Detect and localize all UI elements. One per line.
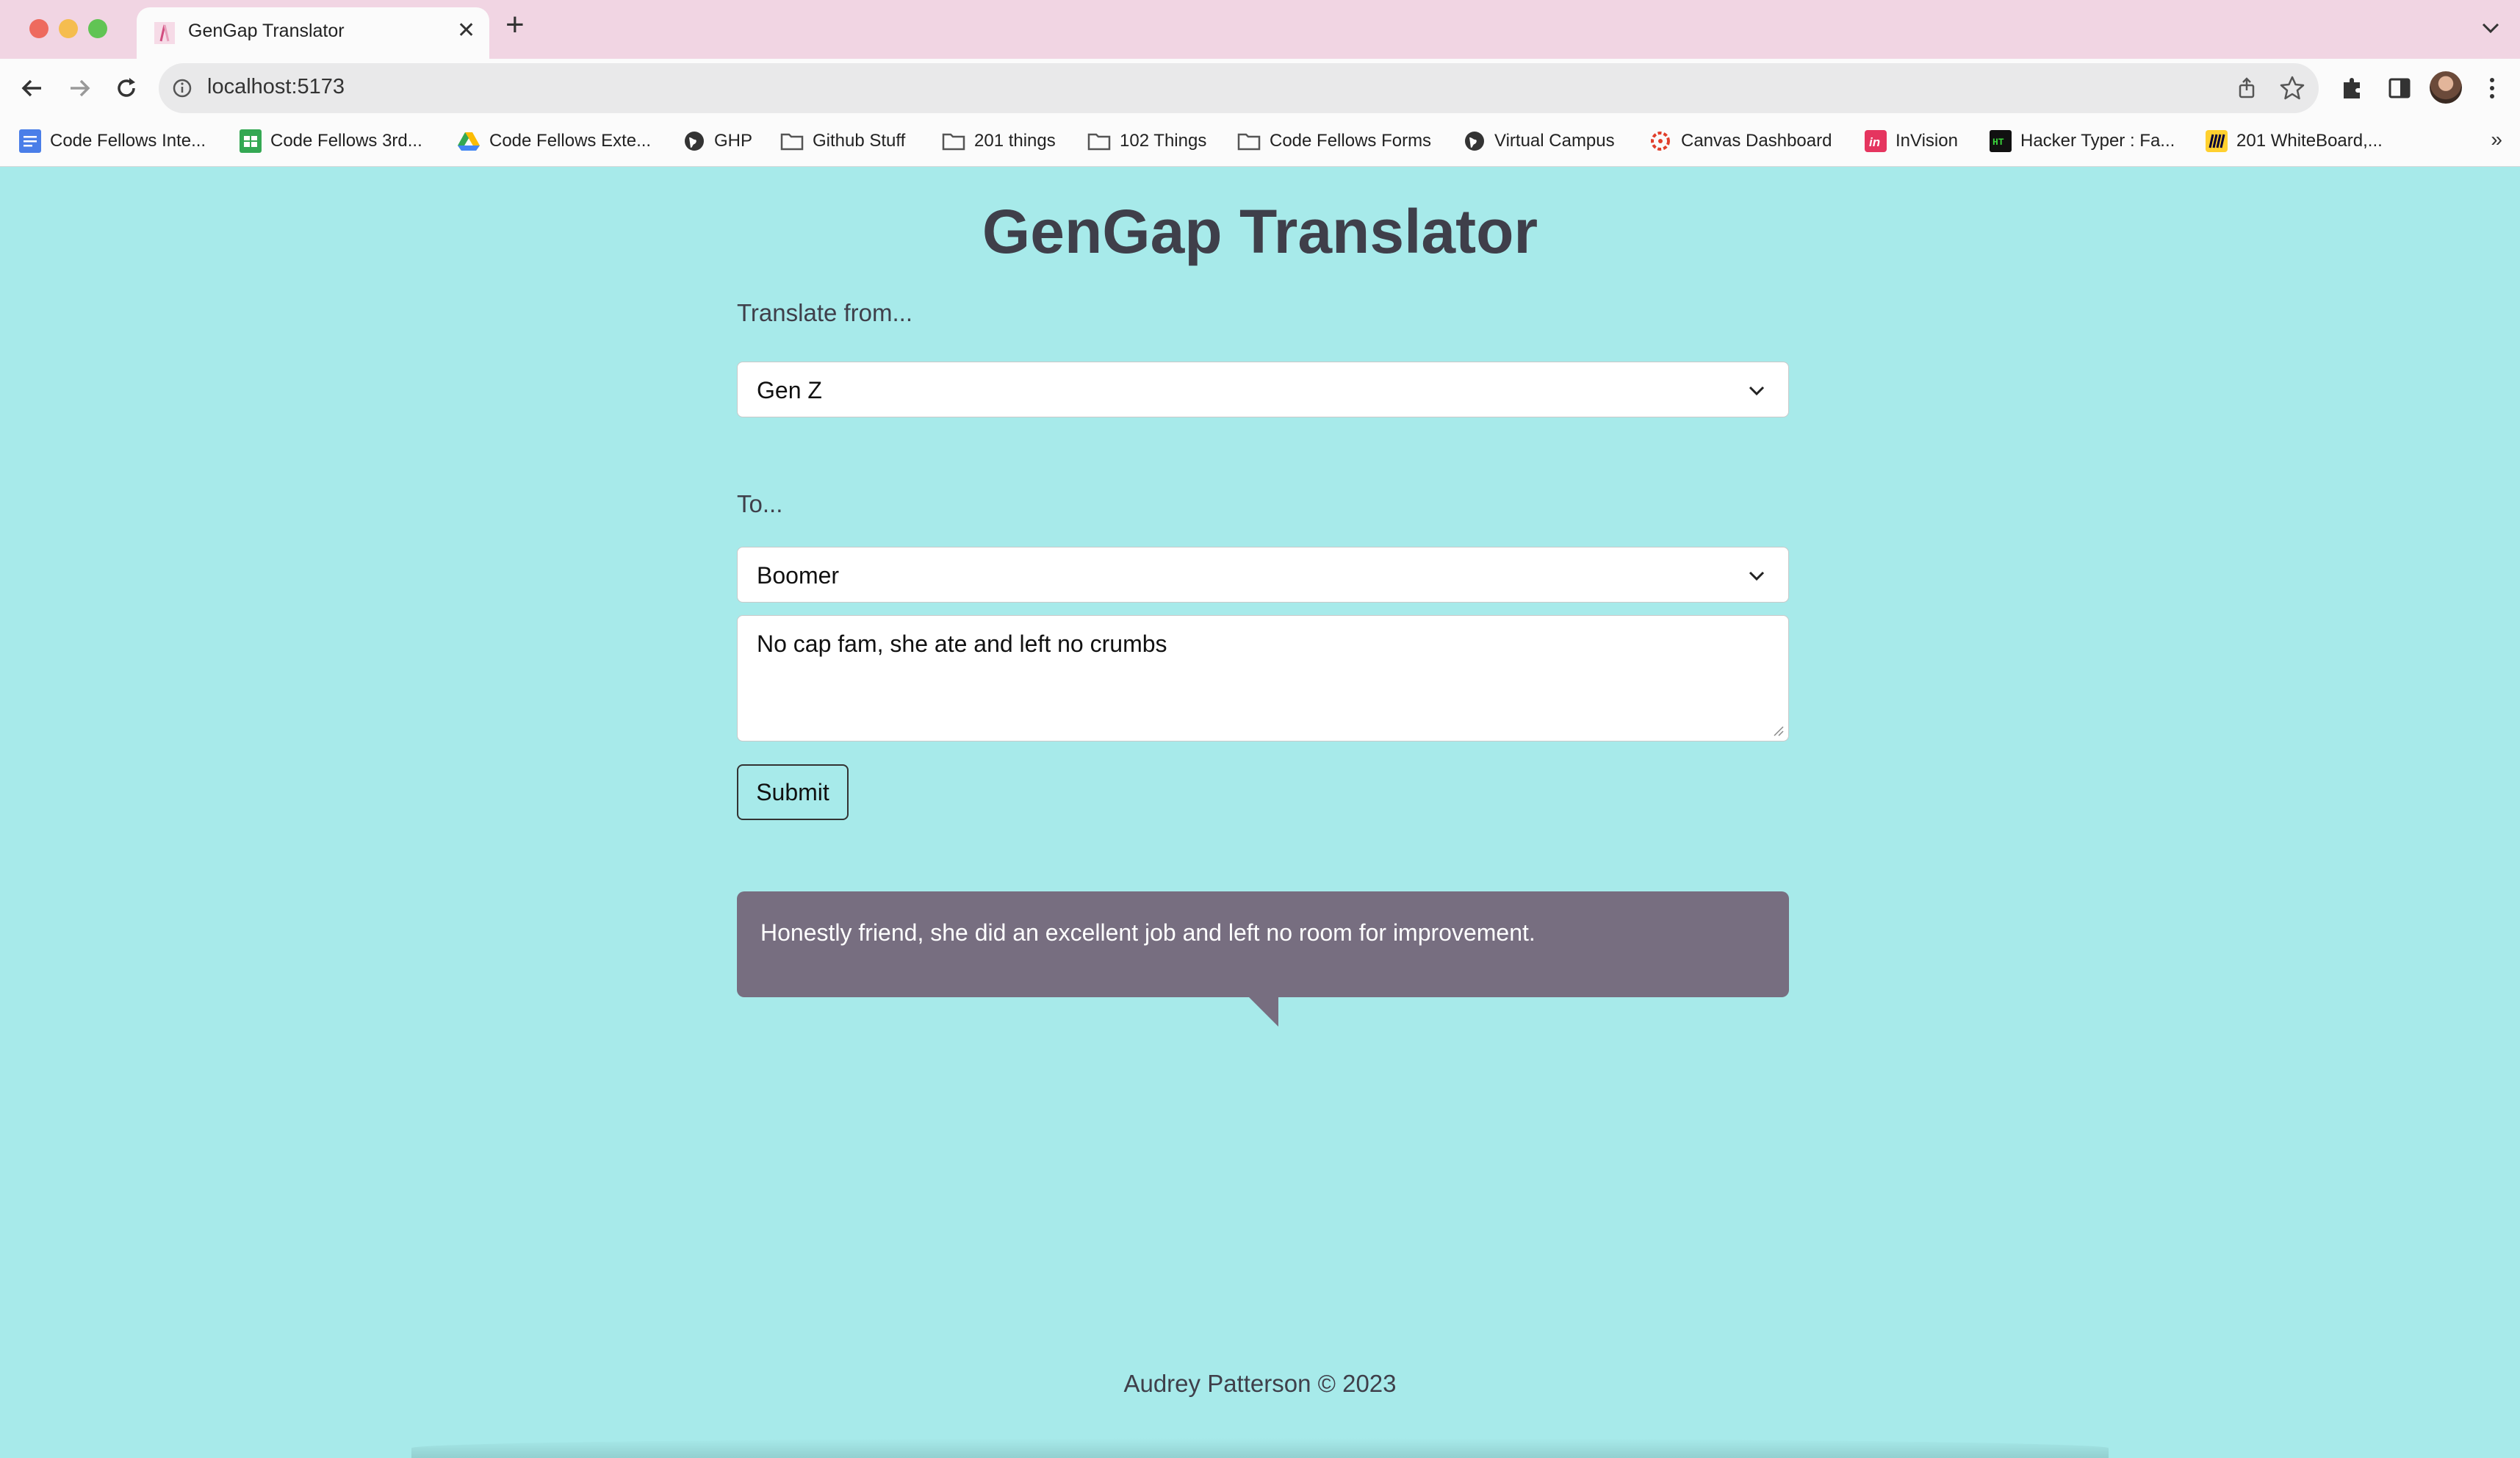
bookmark-item[interactable]: Code Fellows Forms [1237, 126, 1431, 156]
invision-icon: in [1865, 130, 1887, 152]
bookmark-item[interactable]: Code Fellows Exte... [457, 126, 651, 156]
url-text: localhost:5173 [207, 75, 345, 98]
bookmark-item[interactable]: GHP [683, 126, 752, 156]
translation-output-bubble: Honestly friend, she did an excellent jo… [737, 891, 1789, 997]
submit-button[interactable]: Submit [737, 764, 849, 820]
reload-icon[interactable] [110, 72, 143, 104]
bookmark-item[interactable]: in InVision [1865, 126, 1958, 156]
back-arrow-icon[interactable] [16, 72, 48, 104]
miro-icon [2206, 130, 2228, 152]
forward-arrow-icon[interactable] [63, 72, 96, 104]
menu-kebab-icon[interactable] [2476, 72, 2508, 104]
input-text: No cap fam, she ate and left no crumbs [757, 631, 1167, 657]
folder-icon [780, 133, 804, 151]
app-favicon-icon [154, 22, 175, 44]
chevron-down-icon[interactable] [2477, 15, 2504, 41]
footer-shadow [411, 1438, 2109, 1458]
minimize-window-button[interactable] [59, 19, 78, 38]
bookmark-item[interactable]: 201 things [942, 126, 1056, 156]
bookmarks-bar: Code Fellows Inte... Code Fellows 3rd...… [0, 118, 2520, 167]
extensions-puzzle-icon[interactable] [2336, 72, 2369, 104]
bookmark-item[interactable]: 102 Things [1087, 126, 1206, 156]
input-textarea[interactable]: No cap fam, she ate and left no crumbs [737, 615, 1789, 741]
maximize-window-button[interactable] [88, 19, 107, 38]
to-select[interactable]: Boomer [737, 547, 1789, 603]
browser-tab-strip: GenGap Translator ✕ + [0, 0, 2520, 59]
footer-credit: Audrey Patterson © 2023 [1123, 1370, 1397, 1397]
folder-icon [1237, 133, 1261, 151]
chevron-down-icon [1749, 386, 1765, 396]
more-bookmarks-button[interactable]: » [2491, 128, 2502, 151]
bookmark-item[interactable]: Canvas Dashboard [1649, 126, 1832, 156]
docs-icon [19, 129, 41, 153]
bookmark-item[interactable]: HT Hacker Typer : Fa... [1990, 126, 2175, 156]
profile-avatar[interactable] [2430, 71, 2462, 104]
page-title: GenGap Translator [982, 197, 1538, 266]
active-tab[interactable]: GenGap Translator ✕ [137, 7, 489, 59]
folder-icon [942, 133, 965, 151]
page-content: GenGap Translator Translate from... Gen … [0, 167, 2520, 1458]
from-select[interactable]: Gen Z [737, 362, 1789, 417]
address-bar[interactable]: localhost:5173 [159, 63, 2319, 113]
speech-bubble-tail [1248, 996, 1278, 1027]
folder-icon [1087, 133, 1111, 151]
tab-title: GenGap Translator [188, 21, 345, 41]
side-panel-icon[interactable] [2383, 72, 2416, 104]
close-tab-icon[interactable]: ✕ [457, 18, 475, 43]
site-info-icon[interactable] [172, 78, 192, 98]
drive-icon [458, 132, 480, 151]
bookmark-item[interactable]: Code Fellows 3rd... [240, 126, 422, 156]
svg-text:in: in [1869, 135, 1880, 149]
bookmark-item[interactable]: 201 WhiteBoard,... [2206, 126, 2383, 156]
chevron-down-icon [1749, 571, 1765, 581]
hackertyper-icon: HT [1990, 130, 2012, 152]
svg-text:HT: HT [1992, 137, 2004, 148]
globe-icon [1465, 132, 1484, 151]
from-label: Translate from... [737, 299, 913, 326]
resize-grip-icon[interactable] [1772, 725, 1784, 736]
to-select-value: Boomer [757, 562, 840, 589]
share-icon[interactable] [2233, 75, 2260, 101]
output-text: Honestly friend, she did an excellent jo… [760, 919, 1536, 946]
canvas-icon [1651, 132, 1670, 151]
from-select-value: Gen Z [757, 377, 822, 403]
sheets-icon [240, 129, 262, 153]
close-window-button[interactable] [29, 19, 48, 38]
globe-icon [685, 132, 704, 151]
bookmark-item[interactable]: Code Fellows Inte... [19, 126, 206, 156]
bookmark-star-icon[interactable] [2278, 73, 2307, 103]
bookmark-item[interactable]: Virtual Campus [1464, 126, 1615, 156]
new-tab-icon[interactable]: + [505, 9, 525, 41]
to-label: To... [737, 490, 783, 517]
bookmark-item[interactable]: Github Stuff [780, 126, 905, 156]
